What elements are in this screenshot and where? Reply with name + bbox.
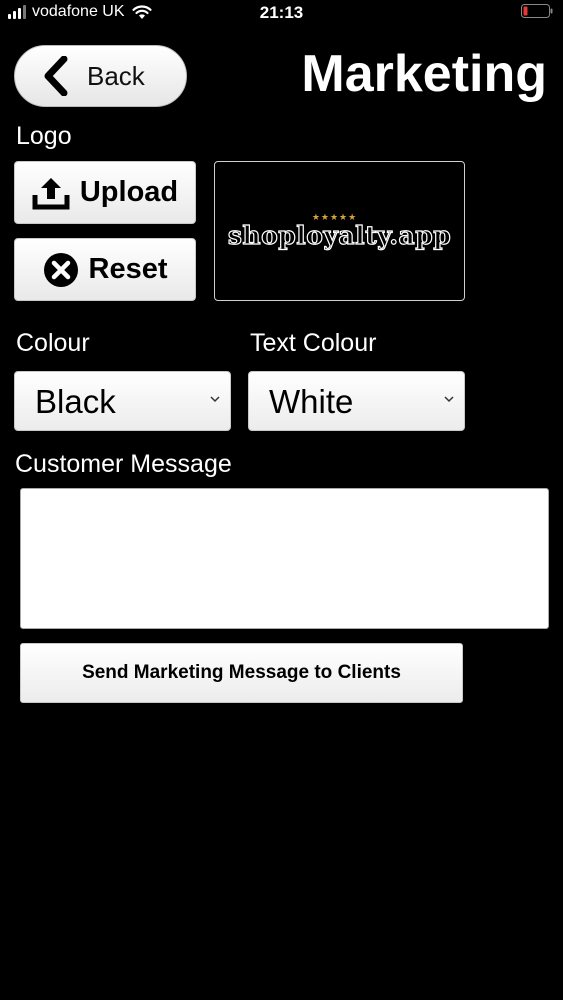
upload-button[interactable]: Upload: [14, 161, 196, 224]
colour-select-value: Black: [35, 383, 116, 420]
customer-message-label: Customer Message: [15, 450, 232, 478]
text-colour-select[interactable]: White: [248, 371, 465, 431]
upload-icon: [32, 177, 70, 209]
chevron-down-icon: [210, 396, 220, 403]
logo-preview: ★★★★★ shoployalty.app: [214, 161, 465, 301]
page-title: Marketing: [301, 45, 547, 103]
reset-button[interactable]: Reset: [14, 238, 196, 301]
send-marketing-button[interactable]: Send Marketing Message to Clients: [20, 643, 463, 703]
logo-section-label: Logo: [16, 122, 72, 150]
upload-label: Upload: [79, 176, 179, 208]
battery-icon: [521, 4, 553, 18]
reset-x-icon: [43, 252, 78, 287]
chevron-left-icon: [44, 56, 68, 96]
text-colour-select-value: White: [269, 383, 354, 420]
back-button[interactable]: Back: [14, 45, 187, 107]
chevron-down-icon: [444, 396, 454, 403]
colour-label: Colour: [16, 329, 90, 357]
status-bar: vodafone UK 21:13: [0, 0, 563, 26]
customer-message-input[interactable]: [20, 488, 549, 629]
logo-text: shoployalty.app: [227, 220, 452, 250]
back-label: Back: [87, 60, 145, 91]
status-time: 21:13: [259, 3, 304, 22]
reset-label: Reset: [88, 253, 168, 285]
text-colour-label: Text Colour: [250, 329, 377, 357]
colour-select[interactable]: Black: [14, 371, 231, 431]
